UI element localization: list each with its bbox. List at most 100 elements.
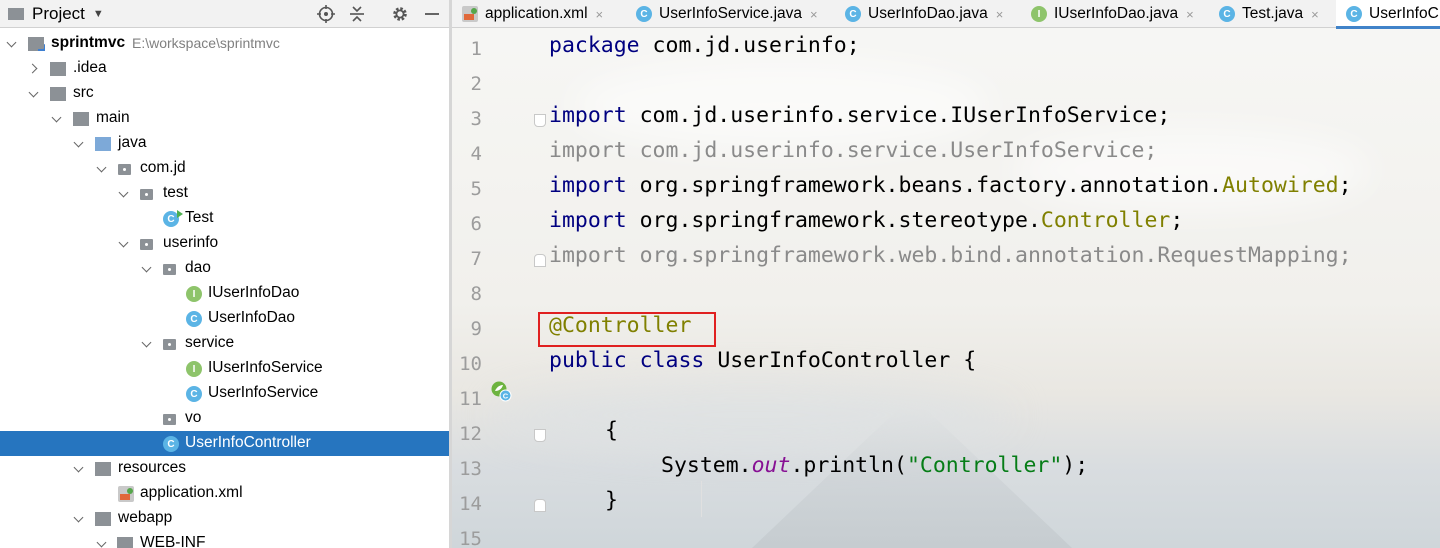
web-folder-icon [95,512,111,526]
chevron-down-icon[interactable] [118,187,130,199]
code-text: .println( [790,453,907,478]
line-number: 2 [470,73,482,95]
chevron-down-icon[interactable] [96,537,108,548]
fold-toggle-icon[interactable] [534,254,546,267]
fold-toggle-icon[interactable] [534,499,546,512]
tree-item-dao[interactable]: dao [0,256,449,281]
tab-userinfodao-java[interactable]: C UserInfoDao.java × [845,0,1003,28]
tab-iuserinfodao-java[interactable]: I IUserInfoDao.java × [1031,0,1194,28]
chevron-down-icon: ▼ [92,8,104,20]
line-number: 8 [470,283,482,305]
annotation-reference: Autowired [1222,173,1339,198]
tree-item-sprintmvc[interactable]: sprintmvc E:\workspace\sprintmvc [0,31,449,56]
tree-item-java[interactable]: java [0,131,449,156]
line-number: 15 [459,528,482,548]
package-icon [139,237,155,251]
code-line-10: public class UserInfoController { [549,348,976,383]
keyword: package [549,33,640,58]
code-line-1: package com.jd.userinfo; [549,33,860,68]
project-view-selector[interactable]: Project ▼ [8,0,104,28]
tree-item-iuserinfoservice[interactable]: I IUserInfoService [0,356,449,381]
gear-icon[interactable] [390,4,410,24]
tree-item-test[interactable]: test [0,181,449,206]
folder-icon [117,537,133,548]
tree-item-label: main [96,109,130,126]
tree-item-label: application.xml [140,484,243,501]
code-text: com.jd.userinfo.service.UserInfoService; [626,138,1158,163]
tree-item-iuserinfodao[interactable]: I IUserInfoDao [0,281,449,306]
tree-item-web-inf[interactable]: WEB-INF [0,531,449,548]
tree-item-label: src [73,84,94,101]
crosshair-icon[interactable] [316,4,336,24]
chevron-down-icon[interactable] [28,87,40,99]
tab-test-java[interactable]: C Test.java × [1219,0,1319,28]
chevron-down-icon[interactable] [141,262,153,274]
close-icon[interactable]: × [996,7,1004,22]
close-icon[interactable]: × [596,7,604,22]
source-folder-icon [95,137,111,151]
tree-item-webapp[interactable]: webapp [0,506,449,531]
tree-item-userinfodao[interactable]: C UserInfoDao [0,306,449,331]
tree-item-com-jd[interactable]: com.jd [0,156,449,181]
chevron-down-icon[interactable] [51,112,63,124]
close-icon[interactable]: × [1311,7,1319,22]
close-icon[interactable]: × [1186,7,1194,22]
code-line-9: @Controller [549,313,691,348]
tree-item-label: java [118,134,147,151]
tree-item-userinfocontroller[interactable]: C UserInfoController [0,431,449,456]
tree-item-main[interactable]: main [0,106,449,131]
keyword: import [549,243,627,268]
tree-item-label: com.jd [140,159,186,176]
interface-icon: I [186,361,202,377]
line-number: 7 [470,248,482,270]
code-text: org.springframework.stereotype. [626,208,1041,233]
fold-toggle-icon[interactable] [534,429,546,442]
tree-item-resources[interactable]: resources [0,456,449,481]
code-text: System. [661,453,752,478]
class-icon: C [1219,6,1235,22]
close-icon[interactable]: × [810,7,818,22]
code-line-7: import org.springframework.web.bind.anno… [549,243,1352,278]
tree-item-application-xml[interactable]: application.xml [0,481,449,506]
spring-bean-icon[interactable]: C [490,380,512,402]
code-text: ); [1062,453,1089,478]
fold-toggle-icon[interactable] [534,114,546,127]
tree-item-userinfo[interactable]: userinfo [0,231,449,256]
string-literal: "Controller" [906,453,1063,478]
tree-item-test-class[interactable]: C Test [0,206,449,231]
keyword: class [639,348,705,373]
annotation-reference: Controller [1040,208,1171,233]
editor-tab-bar: application.xml × C UserInfoService.java… [452,0,1440,29]
package-icon [139,187,155,201]
tab-userinfocontroller-java[interactable]: C UserInfoC [1336,0,1440,29]
tree-item-label: service [185,334,235,351]
chevron-down-icon[interactable] [96,162,108,174]
interface-icon: I [186,286,202,302]
tab-application-xml[interactable]: application.xml × [462,0,603,28]
chevron-down-icon[interactable] [73,512,85,524]
line-number: 12 [459,423,482,445]
tab-label: IUserInfoDao.java [1054,5,1179,22]
chevron-down-icon[interactable] [73,462,85,474]
tree-item-label: dao [185,259,211,276]
tab-label: application.xml [485,5,588,22]
chevron-down-icon[interactable] [118,237,130,249]
tab-userinfoservice-java[interactable]: C UserInfoService.java × [636,0,818,28]
tree-item-label: webapp [118,509,173,526]
chevron-down-icon[interactable] [73,137,85,149]
collapse-icon[interactable] [347,4,367,24]
tree-item-service[interactable]: service [0,331,449,356]
chevron-right-icon[interactable] [28,62,40,74]
tree-item-vo[interactable]: vo [0,406,449,431]
code-text: ; [1170,208,1184,233]
chevron-down-icon[interactable] [141,337,153,349]
chevron-down-icon[interactable] [6,37,18,49]
minimize-icon[interactable] [422,4,442,24]
tree-item-idea[interactable]: .idea [0,56,449,81]
tree-item-userinfoservice[interactable]: C UserInfoService [0,381,449,406]
class-icon: C [186,311,202,327]
project-folder-icon [8,8,24,20]
class-declaration: UserInfoController { [717,348,977,373]
tree-item-src[interactable]: src [0,81,449,106]
editor-area: application.xml × C UserInfoService.java… [452,0,1440,548]
